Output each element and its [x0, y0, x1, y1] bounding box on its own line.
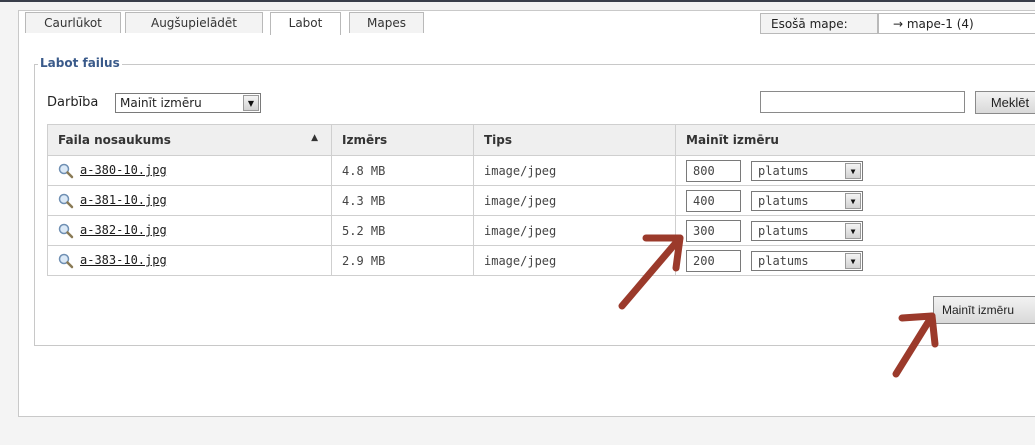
annotation-arrows: [618, 234, 939, 378]
annotation-arrow: [892, 312, 939, 378]
annotation-arrow: [618, 234, 684, 310]
